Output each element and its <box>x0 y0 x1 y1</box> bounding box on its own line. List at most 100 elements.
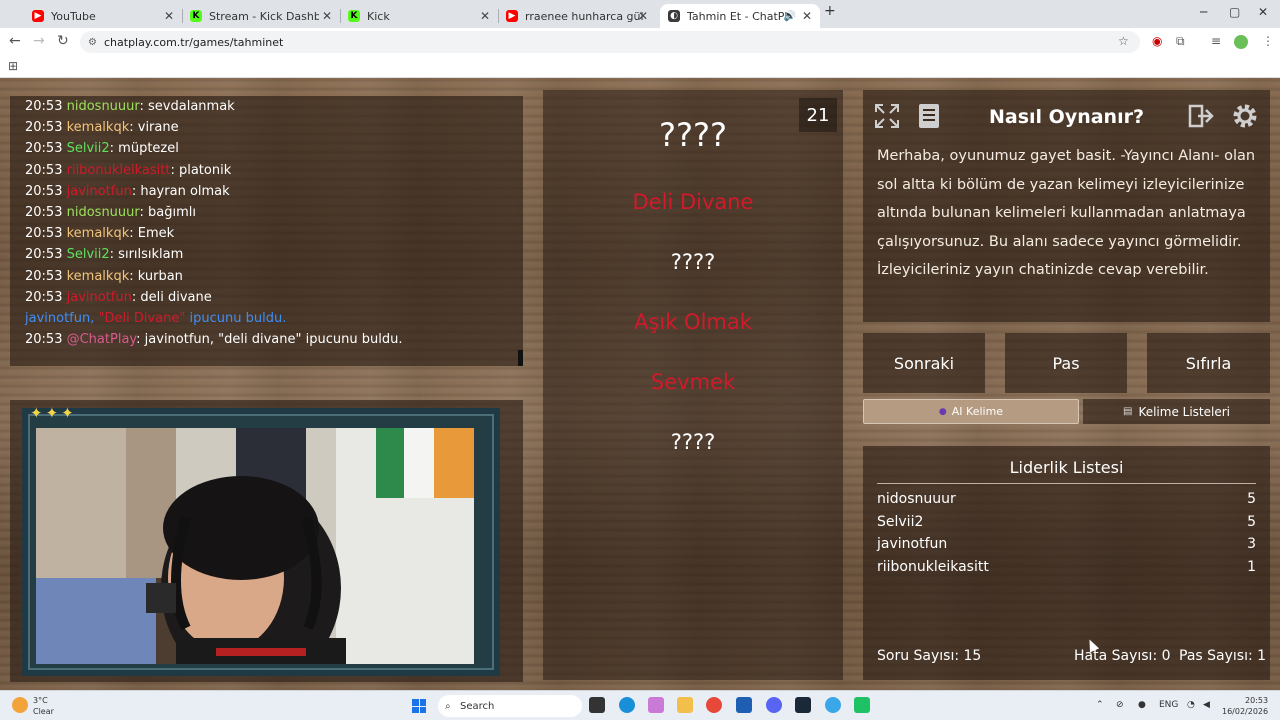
network-icon[interactable]: ⊘ <box>1116 700 1124 710</box>
chat-username[interactable]: kemalkqk <box>67 120 130 135</box>
language-indicator[interactable]: ENG <box>1159 700 1178 710</box>
tab-label: Tahmin Et - ChatPlay <box>687 9 787 23</box>
task-view-icon[interactable] <box>589 697 605 713</box>
next-button[interactable]: Sonraki <box>863 333 985 393</box>
settings-gear-icon[interactable] <box>1229 100 1261 132</box>
chat-username[interactable]: kemalkqk <box>67 269 130 284</box>
chrome-active-icon[interactable] <box>825 697 841 713</box>
maximize-icon[interactable]: ▢ <box>1229 5 1240 19</box>
system-text: ipucunu buldu. <box>189 311 287 326</box>
player-score: 3 <box>1247 536 1256 553</box>
chat-scrollbar[interactable] <box>518 350 523 366</box>
chat-time: 20:53 <box>25 247 63 263</box>
clock-date: 16/02/2026 <box>1222 707 1269 716</box>
site-info-icon[interactable]: ⚙ <box>88 37 97 48</box>
system-hint: "Deli Divane" <box>98 311 186 326</box>
menu-dots-icon[interactable]: ⋮ <box>1262 34 1274 48</box>
media-control-icon[interactable]: ≡ <box>1211 34 1221 48</box>
discord-icon[interactable] <box>766 697 782 713</box>
steam-icon[interactable] <box>795 697 811 713</box>
tab-kick-dashboard[interactable]: K Stream - Kick Dashboard ✕ <box>182 4 341 28</box>
microphone-icon[interactable]: ● <box>1138 700 1146 710</box>
tab-chatplay[interactable]: ◐ Tahmin Et - ChatPlay 🔊 ✕ <box>660 4 820 28</box>
forward-icon[interactable]: → <box>33 33 45 49</box>
chat-username[interactable]: nidosnuuur <box>67 205 140 220</box>
chat-username[interactable]: javinotfun <box>67 184 132 199</box>
chat-message: 20:53 kemalkqk: virane <box>25 120 179 135</box>
chat-message: 20:53 nidosnuuur: bağımlı <box>25 205 196 220</box>
profile-avatar[interactable] <box>1234 35 1248 49</box>
new-tab-icon[interactable]: + <box>824 3 836 19</box>
tray-expand-icon[interactable]: ⌃ <box>1096 700 1104 710</box>
weather-icon[interactable] <box>12 697 28 713</box>
chat-text: : müptezel <box>109 141 179 157</box>
player-score: 1 <box>1247 559 1256 576</box>
tab-label: rraenee hunharca gülüyor - You <box>525 9 643 23</box>
ai-word-button[interactable]: ● AI Kelime <box>863 399 1079 424</box>
tab-youtube[interactable]: ▶ YouTube ✕ <box>24 4 183 28</box>
bookmark-star-icon[interactable]: ☆ <box>1118 34 1129 48</box>
chat-username[interactable]: Selvii2 <box>67 247 110 262</box>
minimize-icon[interactable]: ─ <box>1200 5 1207 19</box>
url-field[interactable]: ⚙ chatplay.com.tr/games/tahminet <box>80 31 1140 53</box>
temperature: 3°C <box>33 696 48 705</box>
kick-icon: K <box>190 10 202 22</box>
leaderboard-row: nidosnuuur 5 <box>877 491 1256 507</box>
webcam-video <box>36 428 474 664</box>
how-to-play-panel: Nasıl Oynanır? Merhaba, oyunumuz gayet b… <box>863 90 1270 322</box>
close-tab-icon[interactable]: ✕ <box>802 9 812 23</box>
reload-icon[interactable]: ↻ <box>57 33 69 49</box>
leaderboard-row: javinotfun 3 <box>877 536 1256 552</box>
back-icon[interactable]: ← <box>9 33 21 49</box>
weather-widget[interactable]: 3°C Clear <box>33 695 54 717</box>
close-tab-icon[interactable]: ✕ <box>164 9 174 23</box>
clock[interactable]: 20:53 16/02/2026 <box>1222 695 1268 717</box>
chat-message: 20:53 kemalkqk: kurban <box>25 269 183 284</box>
chat-system-message: javinotfun, "Deli Divane" ipucunu buldu. <box>25 311 286 326</box>
star-decoration-icon: ✦✦✦ <box>30 404 77 422</box>
logout-icon[interactable] <box>1185 100 1217 132</box>
close-tab-icon[interactable]: ✕ <box>322 9 332 23</box>
player-name: Selvii2 <box>877 513 924 530</box>
search-icon: ⌕ <box>445 700 451 712</box>
tab-label: YouTube <box>51 9 96 23</box>
word-lists-button[interactable]: ▤ Kelime Listeleri <box>1083 399 1270 424</box>
taskbar-search[interactable]: ⌕ Search <box>438 695 582 717</box>
volume-icon[interactable]: ◀ <box>1203 700 1210 710</box>
tab-youtube-video[interactable]: ▶ rraenee hunharca gülüyor - You ✕ <box>498 4 656 28</box>
chat-username[interactable]: javinotfun <box>67 290 132 305</box>
bookmarks-bar: ⊞ <box>0 56 1280 78</box>
chrome-icon[interactable] <box>706 697 722 713</box>
extension-icon[interactable]: ◉ <box>1152 34 1162 48</box>
pass-button[interactable]: Pas <box>1005 333 1127 393</box>
chat-message: 20:53 javinotfun: hayran olmak <box>25 184 230 199</box>
store-icon[interactable] <box>736 697 752 713</box>
close-tab-icon[interactable]: ✕ <box>480 9 490 23</box>
chat-username[interactable]: riibonukleikasitt <box>67 163 171 178</box>
chat-message: 20:53 Selvii2: müptezel <box>25 141 179 156</box>
windows-start-icon[interactable] <box>412 699 426 713</box>
close-window-icon[interactable]: ✕ <box>1258 5 1268 19</box>
app-icon[interactable] <box>854 697 870 713</box>
chat-text: : javinotfun, "deli divane" ipucunu buld… <box>136 332 403 348</box>
extensions-puzzle-icon[interactable]: ⧉ <box>1176 34 1185 49</box>
wifi-icon[interactable]: ◔ <box>1187 700 1195 710</box>
chat-text: : Emek <box>129 226 175 242</box>
copilot-icon[interactable] <box>648 697 664 713</box>
tab-kick[interactable]: K Kick ✕ <box>340 4 499 28</box>
file-explorer-icon[interactable] <box>677 697 693 713</box>
apps-grid-icon[interactable]: ⊞ <box>8 59 18 73</box>
edge-icon[interactable] <box>619 697 635 713</box>
chat-username[interactable]: kemalkqk <box>67 226 130 241</box>
speaker-icon[interactable]: 🔊 <box>784 11 796 22</box>
search-label: Search <box>460 700 495 712</box>
word-hidden: ???? <box>670 430 716 454</box>
chat-username[interactable]: Selvii2 <box>67 141 110 156</box>
reset-button[interactable]: Sıfırla <box>1147 333 1270 393</box>
chat-text: : deli divane <box>131 289 212 305</box>
chat-time: 20:53 <box>25 120 63 136</box>
chat-username[interactable]: nidosnuuur <box>67 99 140 114</box>
close-tab-icon[interactable]: ✕ <box>638 9 648 23</box>
chat-username[interactable]: @ChatPlay <box>67 332 137 347</box>
word-revealed: Aşık Olmak <box>634 310 752 334</box>
